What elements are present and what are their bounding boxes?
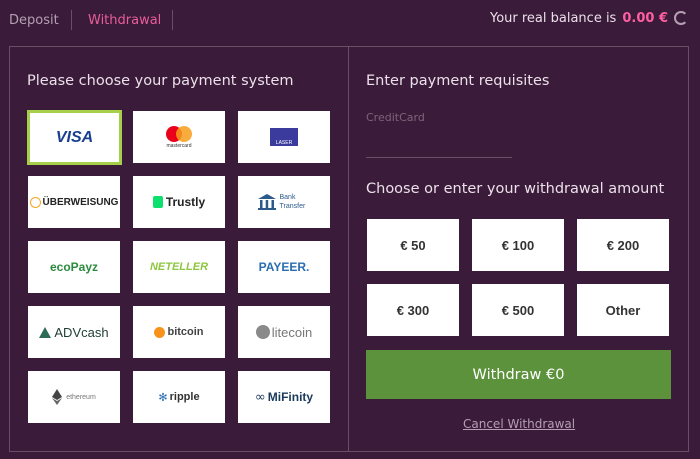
mastercard-logo <box>166 126 192 142</box>
ripple-icon: ✻ <box>158 390 168 404</box>
mifinity-icon: ∞ <box>254 389 266 405</box>
tab-divider <box>172 10 173 30</box>
cancel-withdrawal-link[interactable]: Cancel Withdrawal <box>463 417 575 431</box>
visa-logo: VISA <box>55 128 94 146</box>
amount-button-other[interactable]: Other <box>577 284 669 336</box>
payment-method-ethereum[interactable]: ethereum <box>28 371 120 423</box>
payment-method-mastercard[interactable]: mastercard <box>133 111 225 163</box>
advcash-logo: ADVcash <box>54 324 109 340</box>
litecoin-logo: litecoin <box>271 324 313 340</box>
ethereum-logo: ethereum <box>66 393 96 401</box>
amount-button-50[interactable]: € 50 <box>367 219 459 271</box>
payment-method-bitcoin[interactable]: bitcoin <box>133 306 225 358</box>
balance-label: Your real balance is <box>489 11 617 26</box>
litecoin-icon <box>255 325 270 339</box>
mifinity-logo: MiFinity <box>267 390 314 404</box>
payment-method-ueberweisung[interactable]: ÜBERWEISUNG <box>28 176 120 228</box>
balance-amount: 0.00 € <box>622 11 668 26</box>
payment-method-mifinity[interactable]: ∞ MiFinity <box>238 371 330 423</box>
neteller-logo: NETELLER <box>149 261 209 273</box>
advcash-icon <box>39 326 52 338</box>
bitcoin-icon <box>154 326 166 338</box>
check-circle-icon <box>29 196 41 208</box>
payment-method-ripple[interactable]: ✻ ripple <box>133 371 225 423</box>
payment-system-title: Please choose your payment system <box>27 73 294 89</box>
amount-title: Choose or enter your withdrawal amount <box>366 181 665 197</box>
payment-method-trustly[interactable]: Trustly <box>133 176 225 228</box>
ethereum-icon <box>52 389 63 405</box>
balance-display: Your real balance is 0.00 € <box>490 11 668 26</box>
payment-method-advcash[interactable]: ADVcash <box>28 306 120 358</box>
payment-method-ecopayz[interactable]: ecoPayz <box>28 241 120 293</box>
credit-card-field[interactable]: CreditCard <box>366 111 425 124</box>
payeer-logo: PAYEER. <box>258 260 310 274</box>
amount-button-100[interactable]: € 100 <box>472 219 564 271</box>
mastercard-label: mastercard <box>166 143 192 149</box>
tab-deposit[interactable]: Deposit <box>9 13 59 28</box>
tab-withdrawal[interactable]: Withdrawal <box>88 13 161 28</box>
requisites-title: Enter payment requisites <box>366 73 550 89</box>
payment-method-neteller[interactable]: NETELLER <box>133 241 225 293</box>
bitcoin-logo: bitcoin <box>167 326 204 338</box>
ripple-logo: ripple <box>169 391 200 403</box>
trustly-logo: Trustly <box>165 195 206 209</box>
ueberweisung-logo: ÜBERWEISUNG <box>42 196 119 208</box>
amount-button-300[interactable]: € 300 <box>367 284 459 336</box>
laser-logo: LASER <box>270 128 298 146</box>
top-bar: Deposit Withdrawal Your real balance is 0… <box>0 0 700 40</box>
credit-card-underline <box>366 157 512 158</box>
panel-divider <box>348 46 349 452</box>
bank-transfer-label: Bank Transfer <box>279 194 306 210</box>
lock-icon <box>152 196 163 208</box>
amount-button-500[interactable]: € 500 <box>472 284 564 336</box>
refresh-icon[interactable] <box>674 11 688 25</box>
tab-divider <box>71 10 72 30</box>
ecopayz-logo: ecoPayz <box>49 260 99 274</box>
bank-icon <box>257 194 276 210</box>
payment-method-litecoin[interactable]: litecoin <box>238 306 330 358</box>
payment-method-visa[interactable]: VISA <box>27 110 122 165</box>
payment-method-payeer[interactable]: PAYEER. <box>238 241 330 293</box>
payment-method-bank-transfer[interactable]: Bank Transfer <box>238 176 330 228</box>
withdraw-button[interactable]: Withdraw €0 <box>366 350 671 399</box>
laser-label: LASER <box>275 140 293 146</box>
payment-method-laser[interactable]: LASER <box>238 111 330 163</box>
amount-button-200[interactable]: € 200 <box>577 219 669 271</box>
